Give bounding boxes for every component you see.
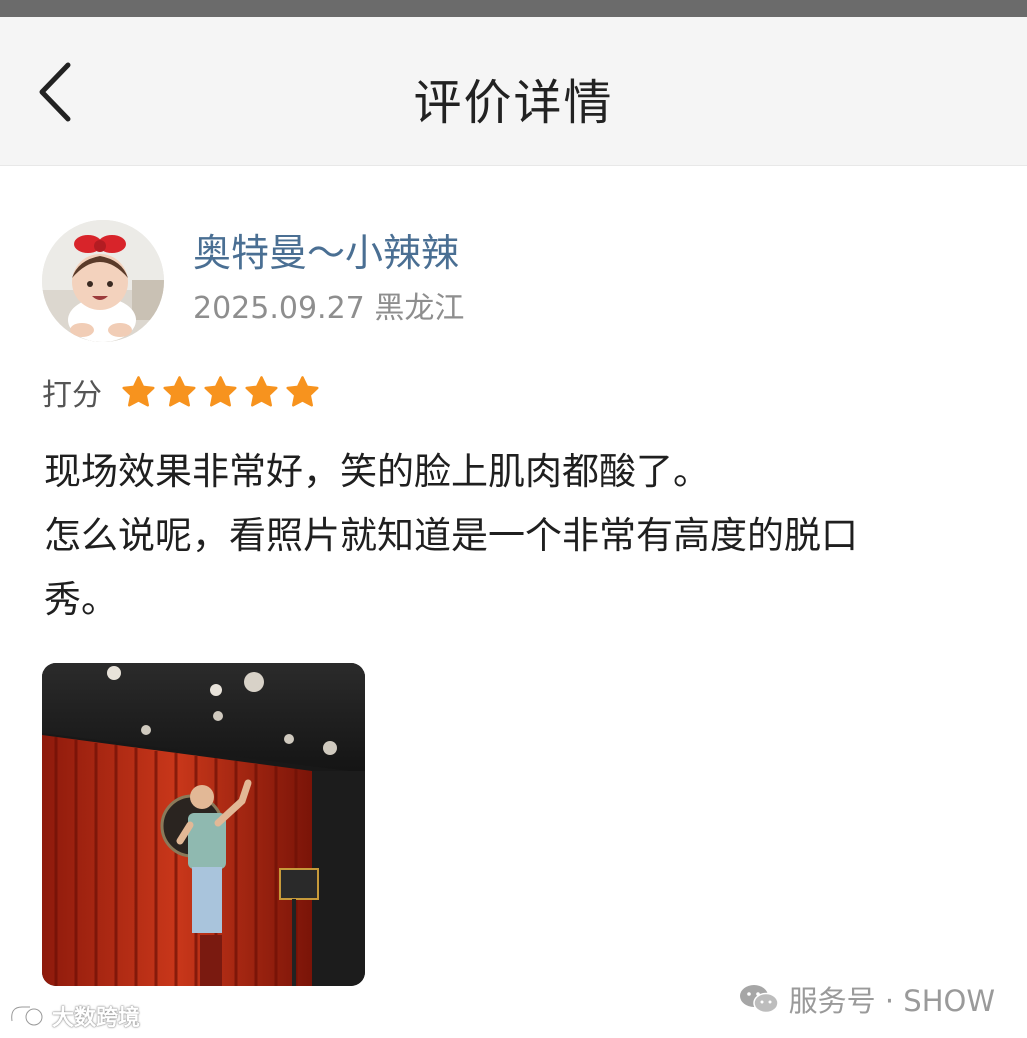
star-icon	[122, 375, 155, 407]
review-photo[interactable]	[42, 663, 365, 986]
star-icon	[245, 375, 278, 407]
star-rating	[120, 374, 321, 411]
wechat-icon	[739, 985, 779, 1014]
review-line: 秀。	[44, 578, 118, 621]
star-icon	[204, 375, 237, 407]
avatar[interactable]	[42, 220, 164, 342]
watermark-right-text: 服务号 · SHOW	[788, 984, 995, 1018]
rating-label: 打分	[42, 378, 102, 413]
review-meta: 2025.09.27 黑龙江	[193, 283, 464, 327]
review-location: 黑龙江	[374, 291, 465, 326]
rating-row: 打分	[42, 370, 321, 414]
review-date: 2025.09.27	[193, 291, 365, 326]
watermark-left: 大数跨境	[8, 1000, 140, 1032]
navigation-bar: 评价详情	[0, 17, 1027, 166]
watermark-logo-icon	[10, 1005, 44, 1027]
watermark-right: 服务号 · SHOW	[739, 978, 995, 1020]
review-line: 现场效果非常好，笑的脸上肌肉都酸了。	[44, 450, 710, 493]
reviewer-name[interactable]: 奥特曼～小辣辣	[193, 222, 459, 277]
watermark-left-text: 大数跨境	[52, 1006, 141, 1031]
status-bar	[0, 0, 1027, 17]
page-title: 评价详情	[413, 75, 614, 131]
review-line: 怎么说呢，看照片就知道是一个非常有高度的脱口	[44, 514, 858, 557]
review-text: 现场效果非常好，笑的脸上肌肉都酸了。 怎么说呢，看照片就知道是一个非常有高度的脱…	[44, 440, 1027, 632]
star-icon	[286, 375, 319, 407]
star-icon	[163, 375, 196, 407]
